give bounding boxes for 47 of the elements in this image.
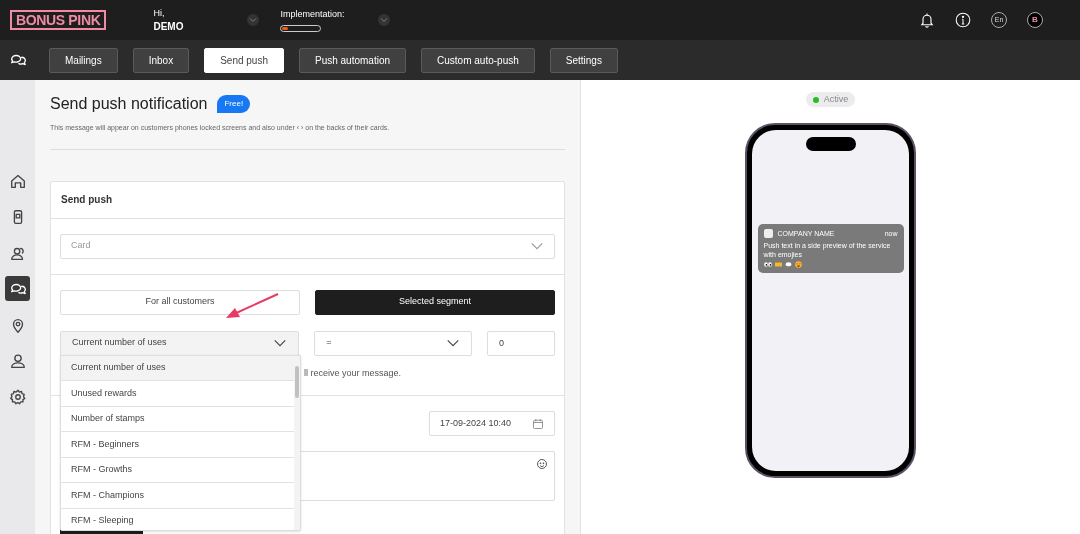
free-badge: Free! <box>217 95 251 113</box>
heart-eyes-emoji-icon <box>794 261 802 268</box>
chevron-down-icon <box>380 16 389 24</box>
implementation-label: Implementation: <box>280 8 345 22</box>
tab[interactable]: Send push <box>204 47 284 73</box>
greeting: Hi, <box>153 8 166 19</box>
settings-icon <box>8 387 27 406</box>
dynamic-island <box>805 137 856 151</box>
tab[interactable]: Custom auto-push <box>421 47 535 73</box>
dropdown-option[interactable]: Unused rewards <box>61 381 294 407</box>
chevron-down-icon <box>249 16 258 24</box>
operator-select[interactable]: = <box>314 330 472 356</box>
dropdown-option[interactable]: Number of stamps <box>61 406 294 432</box>
tab[interactable]: Settings <box>549 47 618 73</box>
notification-bell-icon[interactable] <box>919 12 935 28</box>
scrollbar[interactable] <box>294 355 300 530</box>
field-select[interactable]: Current number of uses <box>60 330 300 356</box>
page-title: Send push notification <box>50 94 208 114</box>
tab[interactable]: Push automation <box>299 47 407 73</box>
user-menu-button[interactable] <box>247 14 260 26</box>
value-field[interactable]: 0 <box>487 330 555 356</box>
audience-toggle[interactable]: Selected segment <box>315 289 555 315</box>
dropdown-option[interactable]: RFM - Champions <box>61 483 294 509</box>
dropdown-option[interactable]: RFM - Beginners <box>61 432 294 458</box>
app-icon <box>763 229 773 238</box>
annotation-arrow <box>224 291 280 320</box>
tab[interactable]: Mailings <box>49 47 118 73</box>
info-icon[interactable] <box>955 12 971 28</box>
sidebar-item[interactable] <box>5 276 30 301</box>
speech-bubble-emoji-icon <box>784 262 792 267</box>
ticket-emoji-icon <box>774 262 782 267</box>
card-title: Send push <box>61 193 113 207</box>
logo: BONUS PINK <box>10 10 107 30</box>
dropdown-option[interactable]: RFM - Sleeping <box>61 508 294 530</box>
date-field[interactable]: 17-09-2024 10:40 <box>429 411 555 436</box>
eyes-emoji-icon <box>763 262 772 267</box>
audience-toggle[interactable]: For all customers <box>60 289 300 315</box>
dropdown-option[interactable]: Current number of uses <box>61 355 294 381</box>
avatar-button[interactable]: B <box>1027 12 1043 28</box>
implementation-menu-button[interactable] <box>378 14 391 26</box>
tab[interactable]: Inbox <box>132 47 190 73</box>
user-name: DEMO <box>153 21 184 32</box>
status-label: Active <box>823 92 849 106</box>
dropdown-option[interactable]: RFM - Growths <box>61 457 294 483</box>
calendar-icon <box>532 417 544 430</box>
emoji-icon[interactable] <box>536 458 548 470</box>
hint-text: ll receive your message. <box>304 366 402 380</box>
